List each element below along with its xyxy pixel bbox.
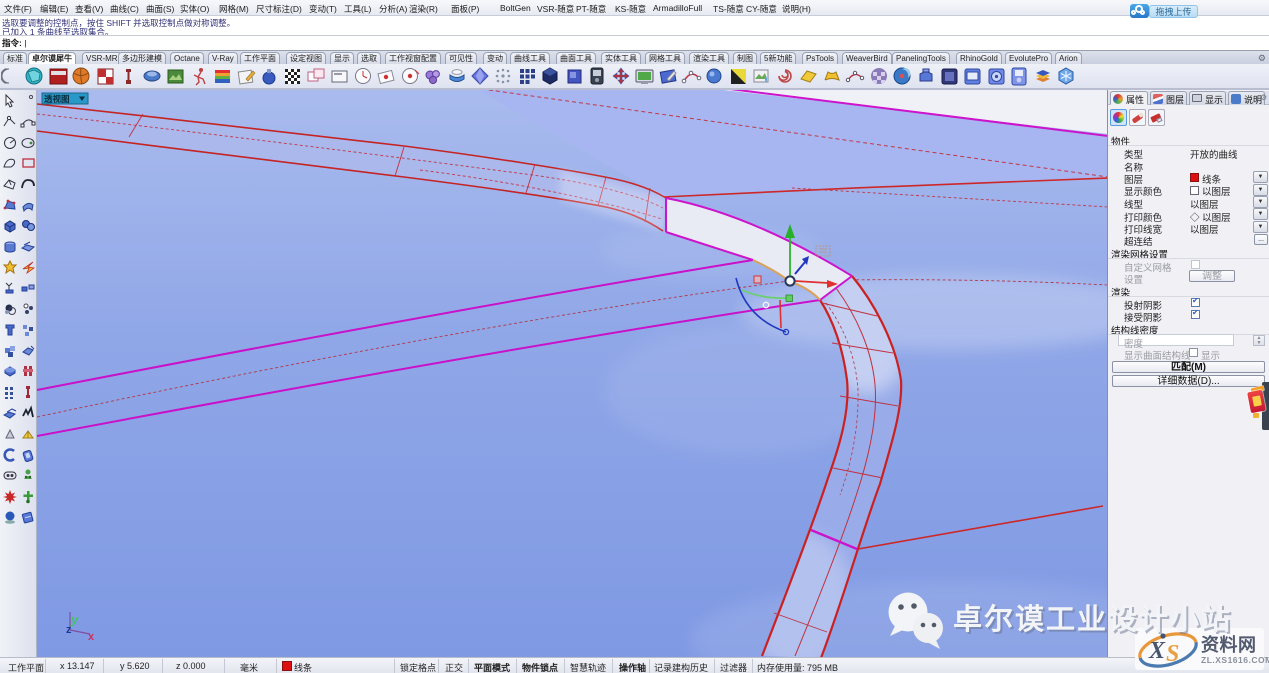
svg-text:X: X <box>1148 638 1166 664</box>
svg-text:透视图: 透视图 <box>44 94 70 104</box>
svg-text:x: x <box>88 631 95 643</box>
svg-text:z: z <box>66 624 72 636</box>
svg-text:S: S <box>1166 641 1179 667</box>
